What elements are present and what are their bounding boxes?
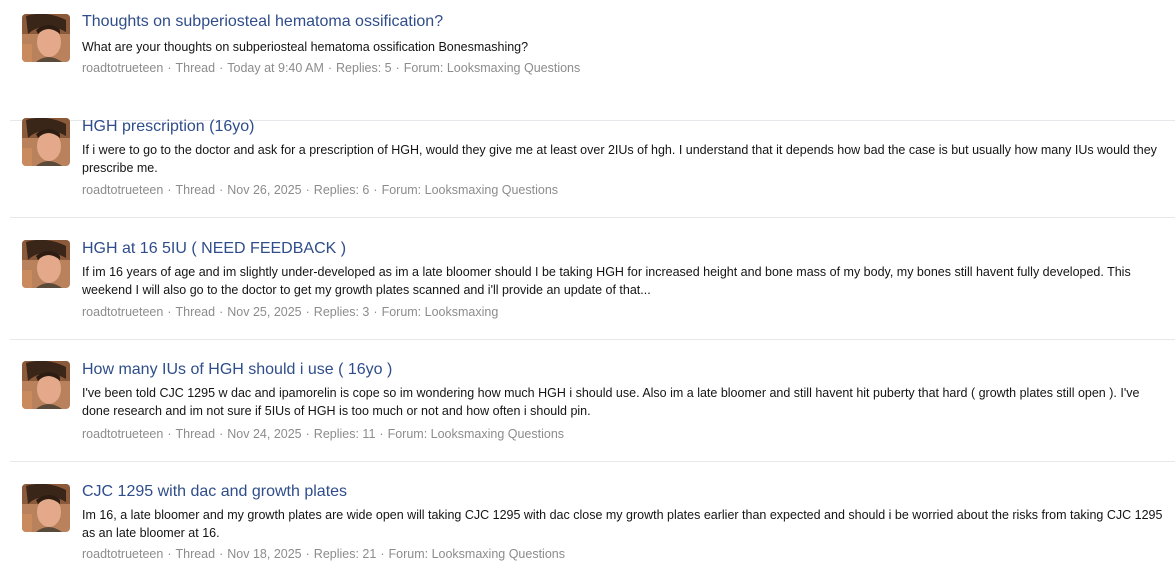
post-date: Nov 25, 2025 — [227, 305, 302, 319]
avatar[interactable] — [22, 14, 70, 62]
content-type: Thread — [175, 61, 216, 75]
author-link[interactable]: roadtotrueteen — [82, 183, 163, 197]
search-results-list: Thoughts on subperiosteal hematoma ossif… — [0, 0, 1175, 576]
result-snippet: If im 16 years of age and im slightly un… — [82, 265, 1131, 297]
post-date: Today at 9:40 AM — [227, 61, 324, 75]
reply-count: Replies: 21 — [313, 547, 377, 561]
avatar[interactable] — [22, 240, 70, 288]
avatar[interactable] — [22, 484, 70, 532]
result-title-link[interactable]: Thoughts on subperiosteal hematoma ossif… — [82, 12, 443, 32]
user-avatar-icon — [22, 118, 70, 166]
list-item: HGH at 16 5IU ( NEED FEEDBACK ) If im 16… — [10, 219, 1175, 340]
author-link[interactable]: roadtotrueteen — [82, 547, 163, 561]
forum-link[interactable]: Forum: Looksmaxing Questions — [404, 61, 580, 75]
reply-count: Replies: 5 — [336, 61, 392, 75]
content-type: Thread — [175, 305, 216, 319]
avatar[interactable] — [22, 361, 70, 409]
forum-link[interactable]: Forum: Looksmaxing Questions — [388, 427, 564, 441]
result-snippet: I've been told CJC 1295 w dac and ipamor… — [82, 386, 1140, 418]
forum-link[interactable]: Forum: Looksmaxing — [382, 305, 499, 319]
list-item: How many IUs of HGH should i use ( 16yo … — [10, 341, 1175, 462]
reply-count: Replies: 6 — [313, 183, 370, 197]
forum-link[interactable]: Forum: Looksmaxing Questions — [389, 547, 565, 561]
list-item: HGH prescription (16yo) If i were to go … — [10, 97, 1175, 218]
result-meta: roadtotrueteen · Thread · Nov 18, 2025 · Repli… — [82, 547, 565, 561]
reply-count: Replies: 11 — [313, 427, 376, 441]
forum-link[interactable]: Forum: Looksmaxing Questions — [382, 183, 558, 197]
user-avatar-icon — [22, 361, 70, 409]
avatar[interactable] — [22, 118, 70, 166]
content-type: Thread — [175, 183, 216, 197]
content-type: Thread — [175, 427, 216, 441]
result-title-link[interactable]: How many IUs of HGH should i use ( 16yo … — [82, 360, 392, 380]
author-link[interactable]: roadtotrueteen — [82, 305, 163, 319]
reply-count: Replies: 3 — [313, 305, 370, 319]
result-title-link[interactable]: CJC 1295 with dac and growth plates — [82, 482, 347, 502]
content-type: Thread — [175, 547, 216, 561]
result-meta: roadtotrueteen · Thread · Nov 24, 2025 · Repli… — [82, 427, 565, 441]
post-date: Nov 24, 2025 — [227, 427, 302, 441]
list-item: CJC 1295 with dac and growth plates Im 1… — [10, 463, 1175, 584]
result-meta: roadtotrueteen · Thread · Today at 9:40 AM · R… — [82, 61, 581, 75]
result-snippet: Im 16, a late bloomer and my growth plat… — [82, 508, 1163, 540]
result-title-link[interactable]: HGH at 16 5IU ( NEED FEEDBACK ) — [82, 239, 346, 259]
result-title-link[interactable]: HGH prescription (16yo) — [82, 117, 255, 137]
user-avatar-icon — [22, 240, 70, 288]
author-link[interactable]: roadtotrueteen — [82, 61, 163, 75]
result-snippet: If i were to go to the doctor and ask fo… — [82, 143, 1157, 175]
post-date: Nov 18, 2025 — [227, 547, 302, 561]
post-date: Nov 26, 2025 — [227, 183, 302, 197]
user-avatar-icon — [22, 14, 70, 62]
result-meta: roadtotrueteen · Thread · Nov 26, 2025 · Repli… — [82, 183, 559, 197]
result-meta: roadtotrueteen · Thread · Nov 25, 2025 · Repli… — [82, 305, 499, 319]
author-link[interactable]: roadtotrueteen — [82, 427, 163, 441]
result-snippet: What are your thoughts on subperiosteal … — [82, 40, 529, 54]
user-avatar-icon — [22, 484, 70, 532]
